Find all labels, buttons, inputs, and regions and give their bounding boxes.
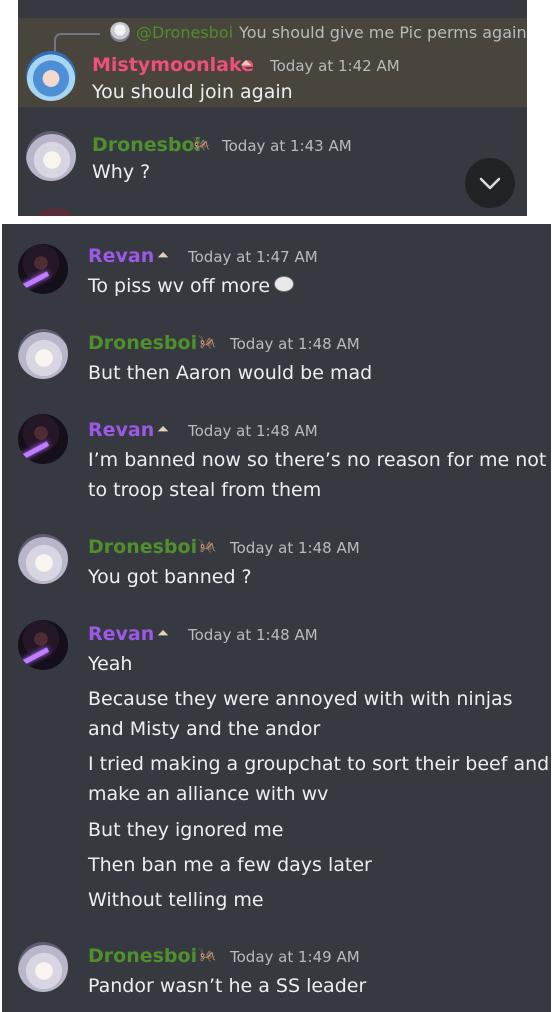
reply-author[interactable]: @Dronesboi	[136, 23, 233, 42]
timestamp: Today at 1:48 AM	[230, 539, 360, 557]
message-text: and Misty and the andor	[88, 718, 321, 740]
message-text: You got banned ?	[88, 566, 252, 588]
timestamp: Today at 1:48 AM	[188, 422, 318, 440]
timestamp: Today at 1:48 AM	[230, 335, 360, 353]
message-text: make an alliance with wv	[88, 783, 329, 805]
mantis-icon: 🦗	[198, 945, 217, 963]
message-text: Yeah	[88, 653, 133, 675]
message-text: Pandor wasn’t he a SS leader	[88, 975, 367, 997]
message-text: But then Aaron would be mad	[88, 362, 373, 384]
hat-icon: ⏶	[157, 420, 170, 438]
trollface-emoji	[274, 276, 295, 292]
mantis-icon: 🦗	[198, 332, 217, 350]
avatar[interactable]	[18, 534, 68, 584]
reply-connector	[54, 33, 100, 53]
author-name[interactable]: Dronesboi	[88, 536, 197, 558]
avatar[interactable]	[18, 414, 68, 464]
hat-icon: ⏶	[240, 54, 253, 72]
chat-panel-top: @Dronesboi You should give me Pic perms a…	[18, 0, 527, 216]
message-text: Because they were annoyed with with ninj…	[88, 688, 513, 710]
author-name[interactable]: Revan	[88, 419, 154, 441]
author-name[interactable]: Dronesboi	[92, 134, 201, 156]
author-name[interactable]: Dronesboi	[88, 332, 197, 354]
avatar[interactable]	[18, 329, 68, 379]
message-text: You should join again	[92, 81, 293, 103]
avatar[interactable]	[26, 51, 76, 101]
author-name[interactable]: Dronesboi	[88, 945, 197, 967]
author-name[interactable]: Revan	[88, 245, 154, 267]
message-text: But they ignored me	[88, 819, 284, 841]
hat-icon: ⏶	[157, 624, 170, 642]
avatar[interactable]	[26, 131, 76, 181]
mantis-icon: 🦗	[198, 536, 217, 554]
timestamp: Today at 1:42 AM	[270, 57, 400, 75]
avatar[interactable]	[18, 620, 68, 670]
timestamp: Today at 1:49 AM	[230, 948, 360, 966]
chat-panel-bottom: Revan ⏶ Today at 1:47 AM To piss wv off …	[2, 224, 551, 1012]
hat-icon: ⏶	[157, 246, 170, 264]
message-text: Without telling me	[88, 889, 264, 911]
timestamp: Today at 1:47 AM	[188, 248, 318, 266]
message-text: Then ban me a few days later	[88, 854, 372, 876]
message-text: Why ?	[92, 161, 151, 183]
message-text: to troop steal from them	[88, 479, 322, 501]
message-text: To piss wv off more	[88, 273, 295, 299]
reply-text: You should give me Pic perms again	[239, 23, 527, 42]
author-name[interactable]: Revan	[88, 623, 154, 645]
avatar	[36, 208, 74, 216]
reply-avatar-icon	[110, 22, 130, 42]
avatar[interactable]	[18, 942, 68, 992]
message-text: I tried making a groupchat to sort their…	[88, 753, 550, 775]
chevron-down-icon	[479, 177, 501, 190]
avatar[interactable]	[18, 244, 68, 294]
scroll-to-bottom-button[interactable]	[465, 158, 515, 208]
author-name[interactable]: Mistymoonlake	[92, 54, 254, 76]
timestamp: Today at 1:43 AM	[222, 137, 352, 155]
reply-preview[interactable]: @Dronesboi You should give me Pic perms a…	[110, 22, 527, 46]
message-text: I’m banned now so there’s no reason for …	[88, 449, 547, 471]
mantis-icon: 🦗	[192, 134, 211, 152]
timestamp: Today at 1:48 AM	[188, 626, 318, 644]
